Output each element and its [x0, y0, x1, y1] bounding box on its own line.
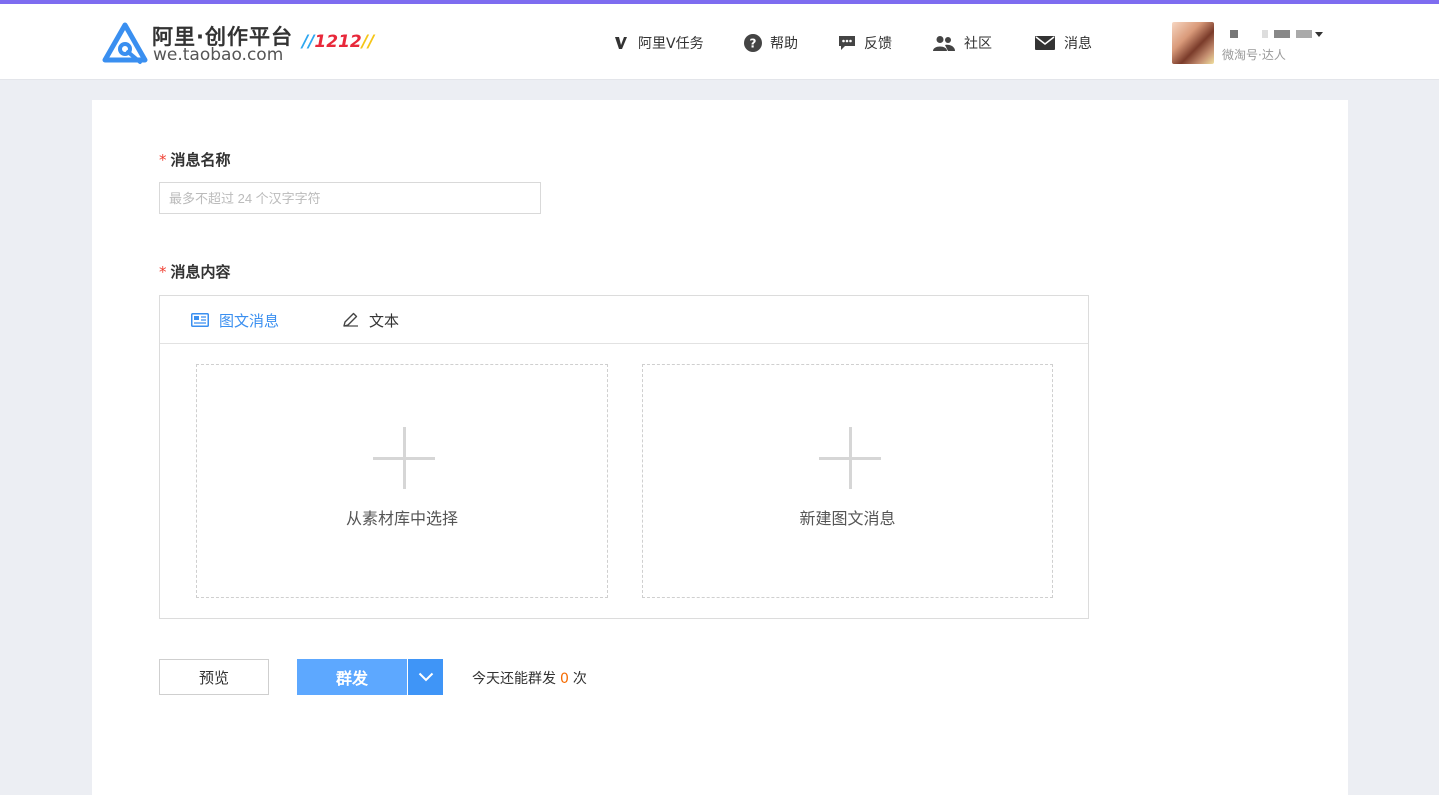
- promo-badge-stripe-icon: //: [302, 32, 315, 52]
- nav-item-label: 反馈: [864, 36, 892, 52]
- tab-label: 文本: [369, 311, 400, 330]
- send-quota: 今天还能群发 0 次: [472, 668, 587, 688]
- quota-suffix: 次: [572, 671, 587, 687]
- slot-label: 从素材库中选择: [345, 509, 458, 528]
- message-content-label: * 消息内容: [159, 261, 231, 282]
- nav-item-messages[interactable]: 消息: [1034, 32, 1092, 54]
- nav-item-label: 帮助: [770, 36, 798, 52]
- user-role: 微淘号·达人: [1222, 48, 1286, 62]
- chevron-down-icon: [418, 672, 433, 682]
- required-mark: *: [159, 263, 167, 281]
- pencil-icon: [341, 311, 361, 329]
- tab-label: 图文消息: [219, 311, 280, 330]
- create-image-text-slot[interactable]: 新建图文消息: [642, 364, 1053, 598]
- nav-item-label: 阿里V任务: [638, 36, 704, 52]
- nav-item-label: 社区: [964, 36, 992, 52]
- community-icon: [932, 34, 956, 52]
- help-icon: ?: [744, 34, 762, 52]
- brand-url: we.taobao.com: [153, 45, 284, 65]
- nav-item-community[interactable]: 社区: [932, 32, 992, 54]
- plus-icon: [373, 427, 435, 489]
- preview-button[interactable]: 预览: [159, 659, 269, 695]
- tab-image-text[interactable]: 图文消息: [191, 310, 279, 330]
- select-from-library-slot[interactable]: 从素材库中选择: [196, 364, 608, 598]
- promo-badge-text: 1212: [314, 32, 362, 52]
- nav-item-feedback[interactable]: 反馈: [838, 32, 892, 54]
- content-tabs: 图文消息 文本: [160, 296, 1088, 344]
- quota-prefix: 今天还能群发: [472, 671, 556, 687]
- nav-item-label: 消息: [1064, 36, 1092, 52]
- content-editor: 图文消息 文本 从素材库中选择 新建图文消息: [159, 295, 1089, 619]
- brand-logo-icon: [102, 22, 148, 64]
- user-name-redacted: [1230, 30, 1312, 38]
- message-name-label: * 消息名称: [159, 149, 231, 170]
- slot-label: 新建图文消息: [799, 509, 896, 528]
- svg-text:?: ?: [750, 37, 757, 51]
- required-mark: *: [159, 151, 167, 169]
- mail-icon: [1034, 34, 1056, 52]
- promo-badge-stripe-icon: //: [361, 32, 375, 52]
- send-options-button[interactable]: [407, 659, 443, 695]
- quota-count: 0: [560, 671, 569, 687]
- avatar: [1172, 22, 1214, 64]
- message-name-input[interactable]: [159, 182, 541, 214]
- image-text-icon: [191, 311, 211, 329]
- promo-badge: //1212//: [302, 32, 374, 52]
- tab-text[interactable]: 文本: [341, 310, 399, 330]
- brand-logo[interactable]: 阿里·创作平台 we.taobao.com //1212//: [102, 20, 402, 68]
- nav-item-v-task[interactable]: 阿里V任务: [612, 32, 704, 54]
- header: 阿里·创作平台 we.taobao.com //1212// 阿里V任务 ? 帮…: [0, 4, 1439, 80]
- v-task-icon: [612, 34, 630, 52]
- message-content-label-text: 消息内容: [170, 263, 231, 281]
- chevron-down-icon[interactable]: [1315, 32, 1323, 37]
- main-card: *消息名称 *消息内容 图文消息 文本 从素材库中选择: [92, 100, 1348, 795]
- send-button[interactable]: 群发: [297, 659, 407, 695]
- nav-item-help[interactable]: ? 帮助: [744, 32, 798, 54]
- message-name-label-text: 消息名称: [170, 151, 231, 169]
- user-menu[interactable]: 微淘号·达人: [1172, 22, 1332, 64]
- feedback-icon: [838, 34, 856, 52]
- plus-icon: [819, 427, 881, 489]
